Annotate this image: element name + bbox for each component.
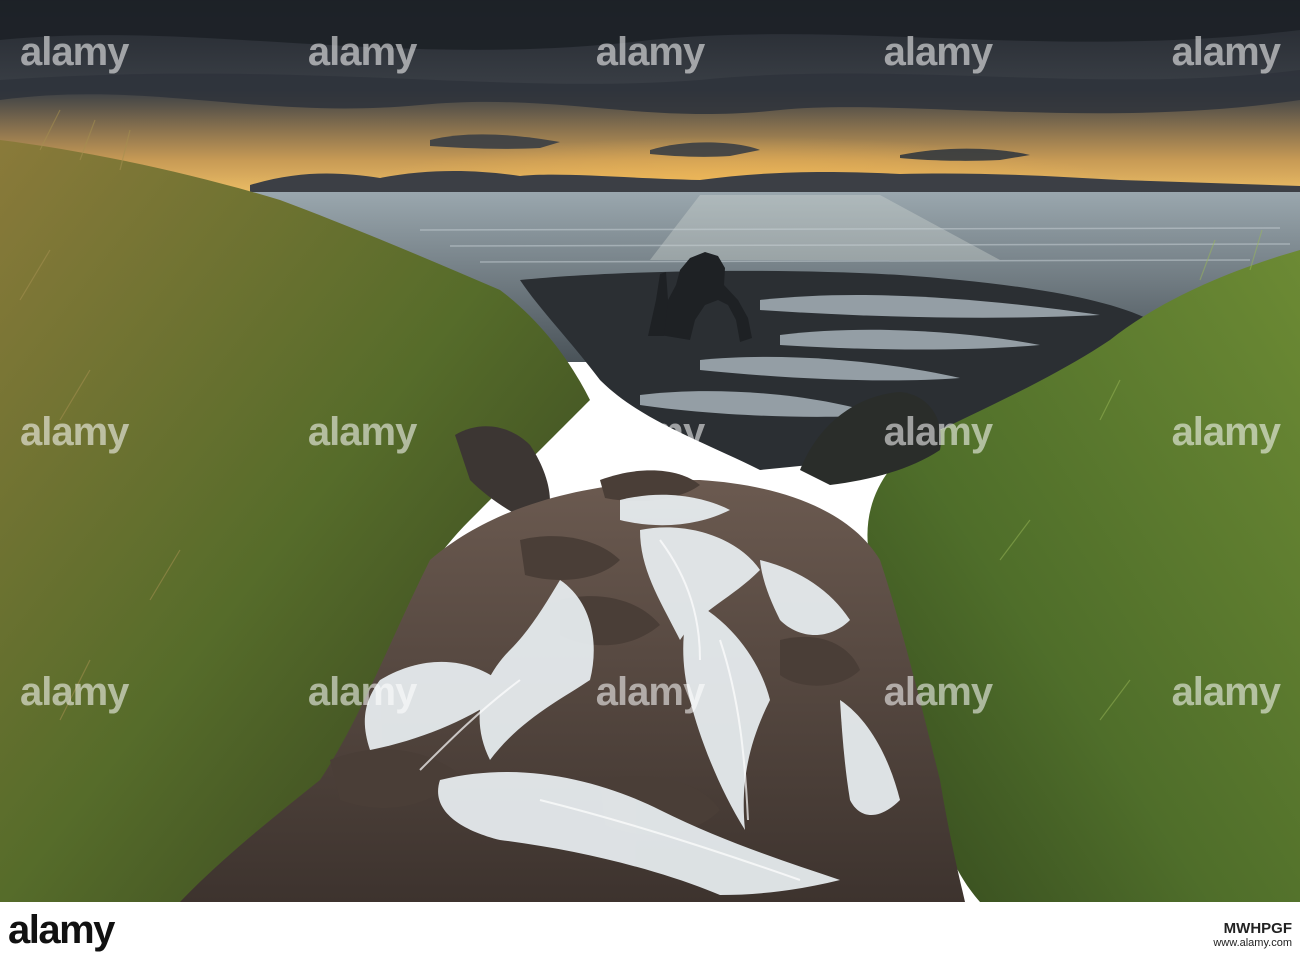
photo-illustration: [0, 0, 1300, 902]
stock-footer-bar: alamy MWHPGF www.alamy.com: [0, 902, 1300, 957]
image-canvas: alamy alamy alamy alamy alamy alamy alam…: [0, 0, 1300, 957]
alamy-logo: alamy: [8, 908, 115, 952]
image-id-code: MWHPGF: [1223, 920, 1292, 937]
image-reference: MWHPGF www.alamy.com: [1213, 920, 1292, 950]
site-url: www.alamy.com: [1213, 937, 1292, 949]
landscape-photo: alamy alamy alamy alamy alamy alamy alam…: [0, 0, 1300, 902]
